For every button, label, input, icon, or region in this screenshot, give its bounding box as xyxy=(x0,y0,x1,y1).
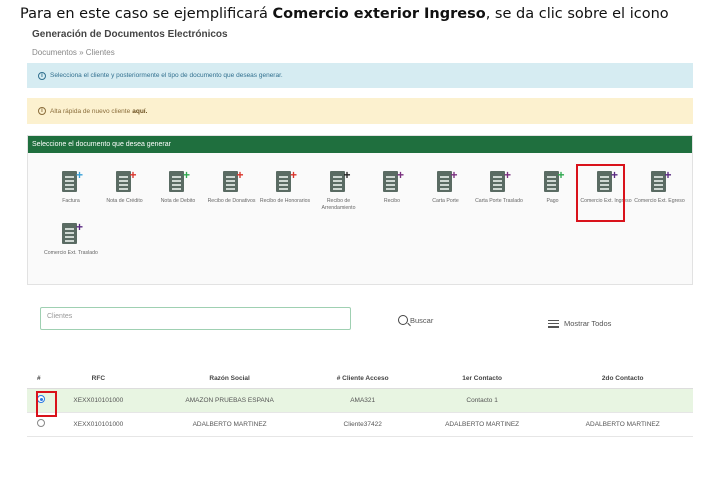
doc-option-recibo[interactable]: + Recibo xyxy=(365,169,419,205)
page-title: Generación de Documentos Electrónicos xyxy=(32,29,228,40)
document-plus-icon: + xyxy=(222,169,244,193)
caption-text-end: , se da clic sobre el icono xyxy=(485,6,669,22)
search-button[interactable]: Buscar xyxy=(398,315,433,325)
tutorial-caption: Para en este caso se ejemplificará Comer… xyxy=(20,6,669,22)
doc-option-carta-porte[interactable]: + Carta Porte xyxy=(419,169,473,205)
cell-rfc: XEXX010101000 xyxy=(51,388,146,413)
doc-option-label: Nota de Debito xyxy=(160,198,196,204)
document-plus-icon: + xyxy=(115,169,137,193)
doc-option-recibo-de-honorarios[interactable]: + Recibo de Honorarios xyxy=(258,169,312,205)
table-row[interactable]: XEXX010101000 AMAZON PRUEBAS ESPANA AMA3… xyxy=(27,388,693,413)
doc-option-carta-porte-traslado[interactable]: + Carta Porte Traslado xyxy=(472,169,526,205)
doc-option-label: Recibo de Arrendamiento xyxy=(321,198,356,211)
table-header-row: # RFC Razón Social # Cliente Acceso 1er … xyxy=(27,370,693,389)
doc-option-label: Nota de Crédito xyxy=(106,198,143,204)
caption-text: Para en este caso se ejemplificará xyxy=(20,6,273,22)
breadcrumb[interactable]: Documentos » Clientes xyxy=(32,48,115,57)
cell-razon-social: ADALBERTO MARTINEZ xyxy=(145,412,314,437)
doc-option-label: Recibo xyxy=(383,198,401,204)
doc-option-label: Carta Porte xyxy=(432,198,459,204)
highlight-box-comercio-ingreso xyxy=(576,164,625,222)
document-plus-icon: + xyxy=(383,169,404,193)
table-row[interactable]: XEXX010101000 ADALBERTO MARTINEZ Cliente… xyxy=(27,412,693,437)
document-plus-icon: + xyxy=(329,169,351,193)
doc-option-nota-de-debito[interactable]: + Nota de Debito xyxy=(151,169,205,205)
cell-cliente-acceso: AMA321 xyxy=(313,388,412,413)
info-alert: i Selecciona el cliente y posteriormente… xyxy=(27,63,693,88)
document-plus-icon: + xyxy=(62,221,83,245)
quick-add-link[interactable]: aquí. xyxy=(132,108,147,115)
info-circle-icon: i xyxy=(38,107,46,115)
row-radio[interactable] xyxy=(37,419,45,427)
document-plus-icon: + xyxy=(543,169,565,193)
quick-add-alert: i Alta rápida de nuevo cliente aquí. xyxy=(27,98,693,124)
document-plus-icon: + xyxy=(276,169,297,193)
col-header-segundo-contacto: 2do Contacto xyxy=(552,370,693,389)
client-search-input[interactable]: Clientes xyxy=(40,307,351,330)
document-plus-icon: + xyxy=(650,169,672,193)
col-header-rfc: RFC xyxy=(51,370,146,389)
document-plus-icon: + xyxy=(436,169,458,193)
doc-option-label: Recibo de Honorarios xyxy=(259,198,311,204)
cell-razon-social: AMAZON PRUEBAS ESPANA xyxy=(145,388,314,413)
document-plus-icon: + xyxy=(490,169,511,193)
col-header-cliente-acceso: # Cliente Acceso xyxy=(313,370,412,389)
search-icon xyxy=(398,315,408,325)
doc-option-label: Factura xyxy=(62,198,80,204)
col-header-number: # xyxy=(27,370,51,389)
doc-option-comercio-ext-traslado[interactable]: + Comercio Ext. Traslado xyxy=(44,221,98,257)
doc-option-nota-de-cr-dito[interactable]: + Nota de Crédito xyxy=(98,169,152,205)
document-plus-icon: + xyxy=(62,169,83,193)
clients-table: # RFC Razón Social # Cliente Acceso 1er … xyxy=(27,370,693,437)
info-circle-icon: i xyxy=(38,71,46,80)
doc-option-recibo-de-donativos[interactable]: + Recibo de Donativos xyxy=(205,169,259,205)
cell-segundo-contacto xyxy=(552,388,693,413)
cell-primer-contacto: ADALBERTO MARTINEZ xyxy=(411,412,553,437)
col-header-razon-social: Razón Social xyxy=(145,370,314,389)
doc-option-comercio-ext-egreso[interactable]: + Comercio Ext. Egreso xyxy=(633,169,687,205)
quick-add-text: Alta rápida de nuevo cliente xyxy=(50,107,131,115)
cell-segundo-contacto: ADALBERTO MARTINEZ xyxy=(552,412,693,437)
doc-option-label: Carta Porte Traslado xyxy=(475,198,523,204)
cell-cliente-acceso: Cliente37422 xyxy=(313,412,412,437)
show-all-label: Mostrar Todos xyxy=(564,319,612,329)
doc-option-pago[interactable]: + Pago xyxy=(526,169,580,205)
document-selector-header: Seleccione el documento que desea genera… xyxy=(28,136,692,153)
doc-option-label: Recibo de Donativos xyxy=(207,198,256,204)
list-icon xyxy=(548,318,559,330)
col-header-primer-contacto: 1er Contacto xyxy=(411,370,553,389)
doc-option-label: Comercio Ext. Traslado xyxy=(44,250,98,256)
cell-rfc: XEXX010101000 xyxy=(51,412,146,437)
search-button-label: Buscar xyxy=(410,315,434,325)
document-plus-icon: + xyxy=(169,169,190,193)
info-alert-text: Selecciona el cliente y posteriormente e… xyxy=(50,72,283,79)
highlight-box-radio xyxy=(36,391,57,417)
show-all-button[interactable]: Mostrar Todos xyxy=(548,318,611,330)
doc-option-factura[interactable]: + Factura xyxy=(44,169,98,205)
doc-option-label: Comercio Ext. Egreso xyxy=(634,198,685,204)
cell-primer-contacto: Contacto 1 xyxy=(411,388,553,413)
doc-option-recibo-de-arrendamiento[interactable]: + Recibo de Arrendamiento xyxy=(312,169,366,212)
doc-option-label: Pago xyxy=(546,198,559,204)
caption-bold-text: Comercio exterior Ingreso xyxy=(272,6,486,22)
